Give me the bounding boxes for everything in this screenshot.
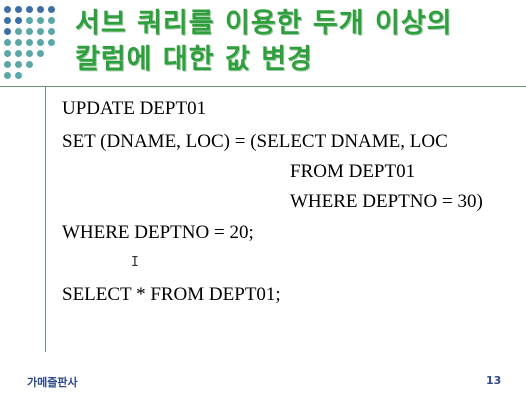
code-line: FROM DEPT01 (290, 161, 416, 182)
text-cursor-icon: I (131, 255, 139, 270)
slide-title: 서브 쿼리를 이용한 두개 이상의 칼럼에 대한 값 변경 (75, 6, 515, 78)
page-number: 13 (486, 374, 502, 387)
code-line: WHERE DEPTNO = 30) (290, 191, 483, 212)
code-line: SELECT * FROM DEPT01; (62, 284, 281, 305)
slide-title-line-2: 칼럼에 대한 값 변경 (75, 44, 313, 75)
decorative-dot-grid (0, 0, 60, 85)
slide-title-line-1: 서브 쿼리를 이용한 두개 이상의 (75, 8, 453, 39)
footer-publisher: 가메즐판사 (27, 376, 78, 389)
horizontal-divider (0, 86, 526, 87)
code-line: UPDATE DEPT01 (62, 98, 207, 119)
vertical-divider (45, 86, 46, 352)
slide: 서브 쿼리를 이용한 두개 이상의 칼럼에 대한 값 변경 UPDATE DEP… (0, 0, 526, 402)
code-line: SET (DNAME, LOC) = (SELECT DNAME, LOC (62, 131, 448, 152)
code-line: WHERE DEPTNO = 20; (62, 222, 254, 243)
